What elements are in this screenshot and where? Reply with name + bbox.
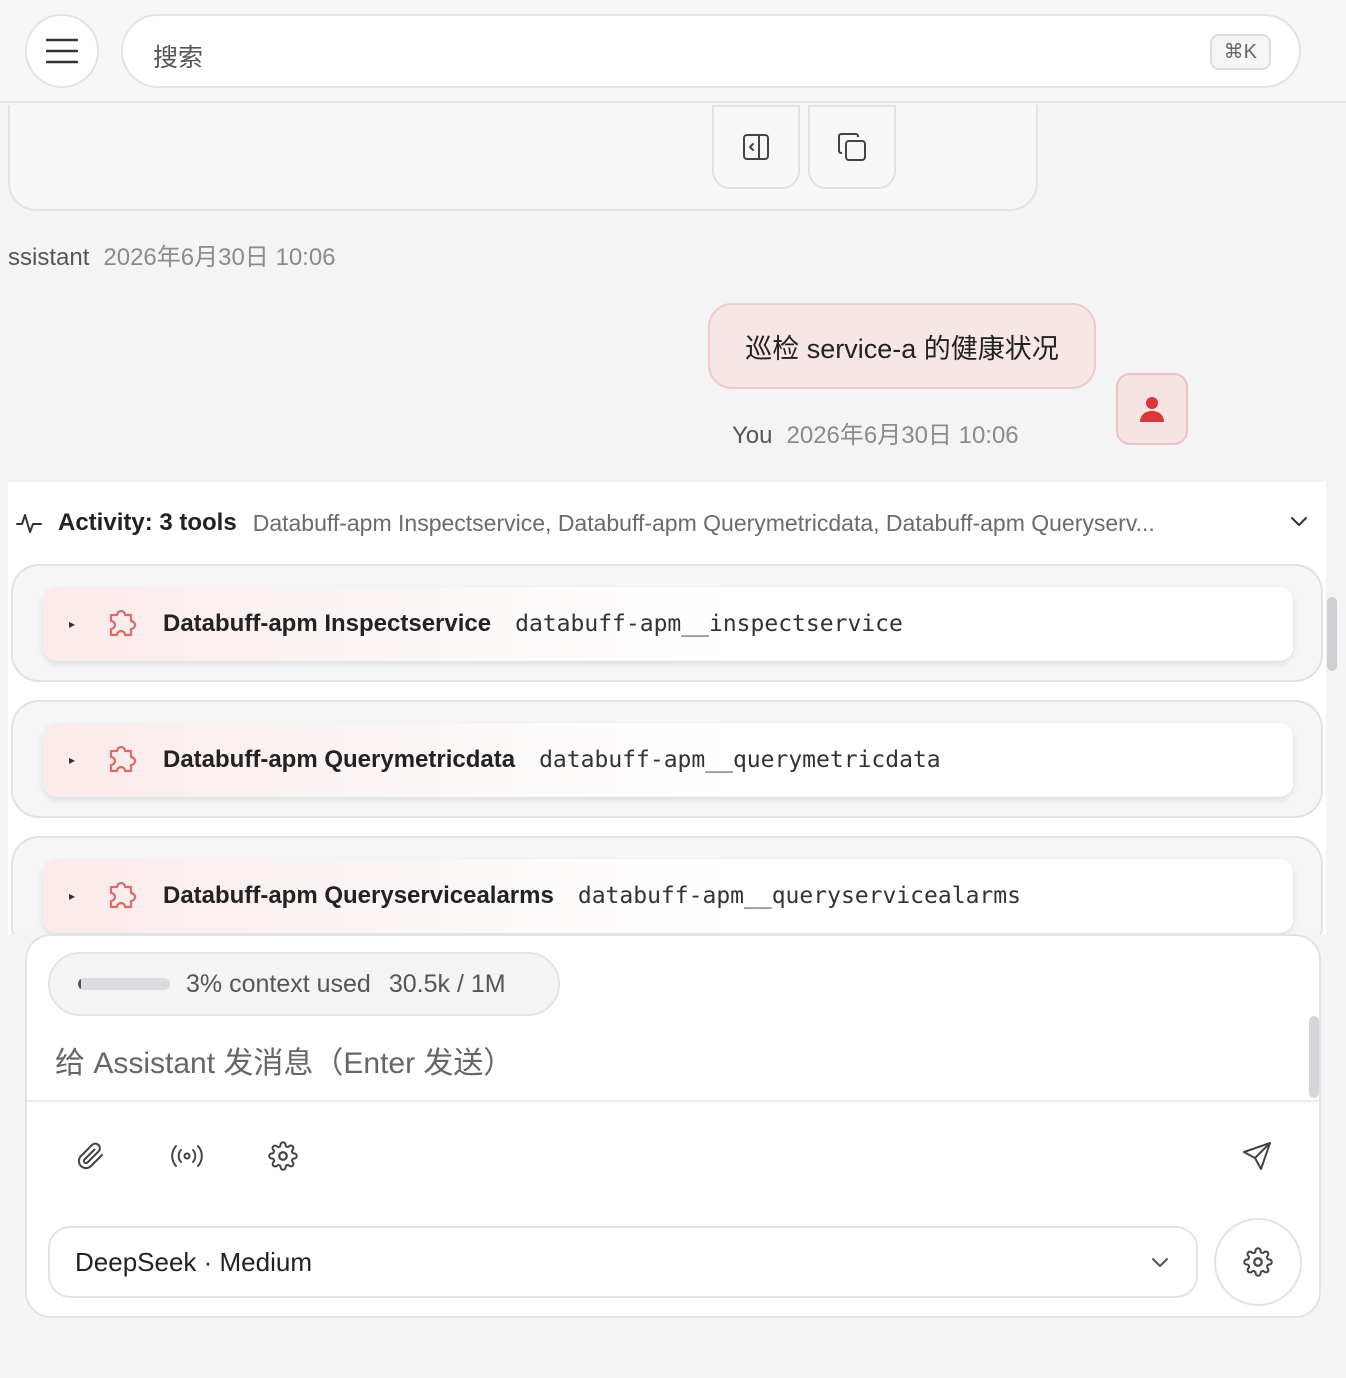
composer: 3% context used 30.5k / 1M DeepSeek · Me… — [25, 934, 1321, 1318]
expand-triangle-icon[interactable]: ▸ — [69, 753, 79, 767]
activity-tools-summary: Databuff-apm Inspectservice, Databuff-ap… — [252, 509, 1155, 536]
composer-settings-button[interactable] — [263, 1136, 303, 1176]
expand-triangle-icon[interactable]: ▸ — [69, 889, 79, 903]
context-usage-pill: 3% context used 30.5k / 1M — [48, 952, 560, 1016]
chat-scrollbar[interactable] — [1327, 597, 1337, 671]
user-icon — [1140, 397, 1164, 422]
panel-collapse-icon — [743, 134, 769, 160]
user-message-text: 巡检 service-a 的健康状况 — [745, 333, 1059, 364]
chevron-down-icon — [1152, 1258, 1168, 1267]
assistant-name: ssistant — [8, 244, 90, 271]
assistant-meta: ssistant 2026年6月30日 10:06 — [8, 237, 336, 272]
tool-call-row[interactable]: ▸ Databuff-apm Inspectservice databuff-a… — [43, 587, 1293, 661]
model-select[interactable]: DeepSeek · Medium — [48, 1226, 1198, 1298]
search-bar[interactable]: 搜索 ⌘K — [121, 14, 1301, 88]
attach-button[interactable] — [71, 1136, 111, 1176]
activity-title: Activity: 3 tools — [58, 509, 237, 536]
user-meta: You 2026年6月30日 10:06 — [732, 415, 1019, 450]
assistant-timestamp: 2026年6月30日 10:06 — [103, 244, 336, 271]
activity-panel: Activity: 3 tools Databuff-apm Inspectse… — [8, 482, 1326, 935]
broadcast-button[interactable] — [167, 1136, 207, 1176]
expand-triangle-icon[interactable]: ▸ — [69, 617, 79, 631]
send-icon — [1243, 1142, 1271, 1170]
copy-button[interactable] — [808, 105, 896, 189]
puzzle-icon — [109, 745, 137, 773]
gear-icon — [268, 1141, 298, 1171]
menu-button[interactable] — [25, 14, 99, 88]
model-settings-button[interactable] — [1214, 1218, 1302, 1306]
shortcut-badge: ⌘K — [1209, 34, 1271, 70]
context-progress-fill — [78, 978, 81, 990]
model-name: DeepSeek · Medium — [75, 1246, 312, 1277]
puzzle-icon — [109, 881, 137, 909]
tool-name: Databuff-apm Inspectservice — [163, 610, 492, 637]
top-bar: 搜索 ⌘K — [0, 0, 1346, 103]
input-scrollbar[interactable] — [1309, 1016, 1319, 1098]
tool-call-card: ▸ Databuff-apm Queryservicealarms databu… — [11, 836, 1323, 935]
tool-name: Databuff-apm Querymetricdata — [163, 746, 516, 773]
tool-name: Databuff-apm Queryservicealarms — [163, 882, 554, 909]
tool-call-row[interactable]: ▸ Databuff-apm Queryservicealarms databu… — [43, 859, 1293, 933]
composer-divider — [27, 1100, 1319, 1102]
broadcast-icon — [171, 1145, 203, 1167]
context-progress-bar — [78, 978, 170, 990]
tool-call-card: ▸ Databuff-apm Querymetricdata databuff-… — [11, 700, 1323, 818]
search-placeholder: 搜索 — [153, 44, 204, 72]
message-input[interactable] — [55, 1044, 1285, 1084]
puzzle-icon — [109, 609, 137, 637]
tool-id: databuff-apm__querymetricdata — [539, 747, 941, 773]
copy-icon — [838, 133, 866, 161]
tool-call-card: ▸ Databuff-apm Inspectservice databuff-a… — [11, 564, 1323, 682]
send-button[interactable] — [1237, 1136, 1277, 1176]
activity-header[interactable]: Activity: 3 tools Databuff-apm Inspectse… — [16, 508, 1316, 538]
paperclip-icon — [77, 1142, 103, 1170]
user-name: You — [732, 422, 773, 449]
tool-id: databuff-apm__queryservicealarms — [577, 883, 1021, 909]
user-message-bubble: 巡检 service-a 的健康状况 — [708, 303, 1096, 389]
chat-area: ssistant 2026年6月30日 10:06 巡检 service-a 的健… — [0, 105, 1346, 935]
tool-call-row[interactable]: ▸ Databuff-apm Querymetricdata databuff-… — [43, 723, 1293, 797]
gear-icon — [1243, 1247, 1273, 1277]
context-tokens: 30.5k / 1M — [388, 969, 506, 998]
chevron-down-icon[interactable] — [1290, 516, 1308, 528]
collapse-panel-button[interactable] — [712, 105, 800, 189]
activity-icon — [16, 514, 42, 533]
hamburger-icon — [46, 38, 78, 64]
context-label: 3% context used — [186, 969, 371, 998]
user-timestamp: 2026年6月30日 10:06 — [786, 422, 1019, 449]
user-avatar — [1116, 373, 1188, 445]
tool-id: databuff-apm__inspectservice — [515, 611, 903, 637]
